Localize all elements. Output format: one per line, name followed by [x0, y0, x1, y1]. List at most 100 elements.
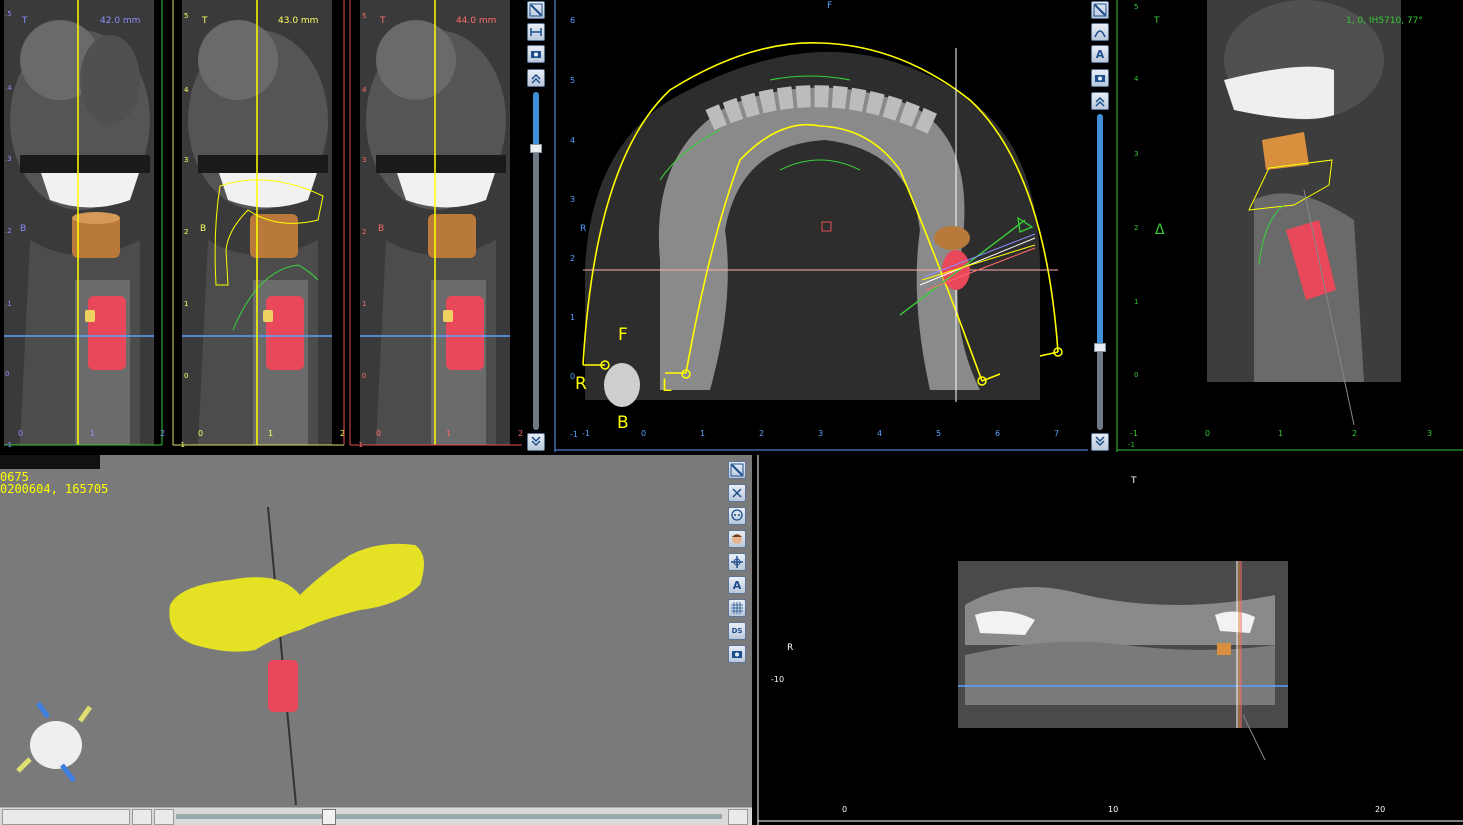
camera-icon: [531, 51, 541, 58]
slice-slider-thumb[interactable]: [530, 144, 542, 153]
crosshair-icon: [731, 556, 743, 568]
measure-tool-button[interactable]: [527, 23, 545, 41]
ruler-label: 0: [1134, 371, 1139, 379]
x-axis-label: 3: [1427, 429, 1433, 438]
x-axis-label: 2: [1352, 429, 1358, 438]
x-axis-label: 0: [18, 429, 24, 438]
chevron-down-icon: [531, 436, 541, 447]
cut-tool-button[interactable]: [728, 484, 746, 502]
x-axis-label: 0: [842, 805, 848, 814]
ruler-label: -1: [1128, 441, 1135, 449]
ruler-label: 0: [5, 370, 10, 378]
grid-icon: [731, 602, 743, 614]
x-axis-label: 20: [1375, 805, 1386, 814]
implant-section-pane[interactable]: T 1, 0, IH5710, 77° Δ 5 4 3 2 1 0 -1 -1 …: [1114, 0, 1463, 452]
camera-icon: [1095, 75, 1105, 82]
orientation-right-letter: R: [580, 224, 587, 234]
ruler-label: 4: [1134, 75, 1139, 83]
x-axis-label: 1: [268, 429, 274, 438]
x-axis-label: 3: [818, 429, 824, 438]
slice-distance: 42.0 mm: [100, 16, 141, 26]
scroll-up-button[interactable]: [1091, 92, 1109, 110]
select-tool-button[interactable]: [527, 1, 545, 19]
x-axis-label: 2: [340, 429, 346, 438]
select-icon: [1093, 3, 1107, 17]
snapshot-tool-button[interactable]: [728, 645, 746, 663]
orientation-top-letter: T: [1131, 476, 1137, 486]
ruler-label: -1: [356, 441, 363, 449]
side-letter: B: [20, 224, 27, 234]
orientation-right-letter: R: [787, 643, 794, 653]
axial-slider-thumb[interactable]: [1094, 343, 1106, 352]
skull-view-button[interactable]: [728, 507, 746, 525]
view-title-letter: T: [202, 16, 208, 26]
ruler-label: 5: [570, 76, 576, 85]
camera-icon: [732, 651, 742, 658]
ruler-label: 2: [184, 228, 189, 236]
scroll-down-button[interactable]: [1091, 433, 1109, 451]
3d-view-pane[interactable]: 0675 0200604, 165705 A DS: [0, 455, 752, 825]
curve-label-back: B: [617, 413, 629, 433]
orientation-front-letter: F: [827, 1, 833, 11]
scroll-left-button[interactable]: [154, 809, 174, 825]
view-title-letter: T: [22, 16, 28, 26]
cross-section-pane-1[interactable]: T 42.0 mm B .5 .4 .3 .2 .1 0 -1 0 1 2: [0, 0, 168, 452]
ruler-label: .4: [5, 84, 12, 92]
ruler-label: .1: [5, 300, 12, 308]
grid-tool-button[interactable]: [728, 599, 746, 617]
ruler-label: 5: [362, 12, 367, 20]
cross-section-pane-2[interactable]: T 43.0 mm B 5 4 3 2 1 0 -1 0 1 2: [168, 0, 346, 452]
panoramic-view-pane[interactable]: T R -10 0 10 20: [755, 455, 1463, 825]
ruler-label: 2: [362, 228, 367, 236]
slice-slider-fill: [533, 92, 539, 148]
x-axis-label: 1: [700, 429, 706, 438]
ruler-label: .3: [5, 155, 12, 163]
3d-slider-track[interactable]: [176, 814, 722, 819]
x-axis-label: 4: [877, 429, 883, 438]
cross-section-pane-3[interactable]: T 44.0 mm B 5 4 3 2 1 0 -1 0 1 2: [346, 0, 524, 452]
ruler-label: 5: [1134, 3, 1139, 11]
x-axis-label: 7: [1054, 429, 1060, 438]
select-icon: [529, 3, 543, 17]
x-axis-label: 2: [759, 429, 765, 438]
chevron-up-icon: [1095, 96, 1105, 107]
annotate-tool-button[interactable]: A: [728, 576, 746, 594]
curve-label-front: F: [618, 325, 628, 345]
render-mode-select[interactable]: [2, 809, 130, 825]
curve-tool-button[interactable]: [1091, 23, 1109, 41]
ruler-label: -1: [5, 441, 12, 449]
view-title-letter: T: [380, 16, 386, 26]
snapshot-tool-button[interactable]: [527, 45, 545, 63]
ruler-label: 4: [184, 86, 189, 94]
ruler-label: 2: [1134, 224, 1139, 232]
ruler-label: -1: [178, 441, 185, 449]
axes-tool-button[interactable]: [728, 553, 746, 571]
x-axis-label: -1: [582, 429, 590, 438]
face-icon: [732, 534, 742, 544]
ruler-label: 3: [1134, 150, 1139, 158]
select-tool-button[interactable]: [728, 461, 746, 479]
ruler-label: 3: [362, 156, 367, 164]
undo-button[interactable]: [132, 809, 152, 825]
implant-info-text: 1, 0, IH5710, 77°: [1346, 16, 1423, 26]
scroll-down-button[interactable]: [527, 433, 545, 451]
x-axis-label: 0: [641, 429, 647, 438]
scroll-right-button[interactable]: [728, 809, 748, 825]
select-tool-button[interactable]: [1091, 1, 1109, 19]
ruler-label: 1: [362, 300, 367, 308]
scroll-up-button[interactable]: [527, 69, 545, 87]
ruler-label: 4: [362, 86, 367, 94]
face-view-button[interactable]: [728, 530, 746, 548]
ruler-label: 5: [184, 12, 189, 20]
x-axis-label: 1: [90, 429, 96, 438]
annotate-icon: A: [1095, 47, 1105, 61]
x-axis-label: 10: [1108, 805, 1119, 814]
ds-tool-button[interactable]: DS: [728, 622, 746, 640]
annotate-tool-button[interactable]: A: [1091, 45, 1109, 63]
3d-slider-thumb[interactable]: [322, 809, 336, 825]
curve-label-right: R: [575, 374, 587, 394]
x-axis-label: 5: [936, 429, 942, 438]
axial-view-pane[interactable]: F R F R L B 6 5 4 3 2 1 0 -1 -1 0 1 2 3 …: [550, 0, 1090, 452]
snapshot-tool-button[interactable]: [1091, 69, 1109, 87]
chevron-down-icon: [1095, 436, 1105, 447]
